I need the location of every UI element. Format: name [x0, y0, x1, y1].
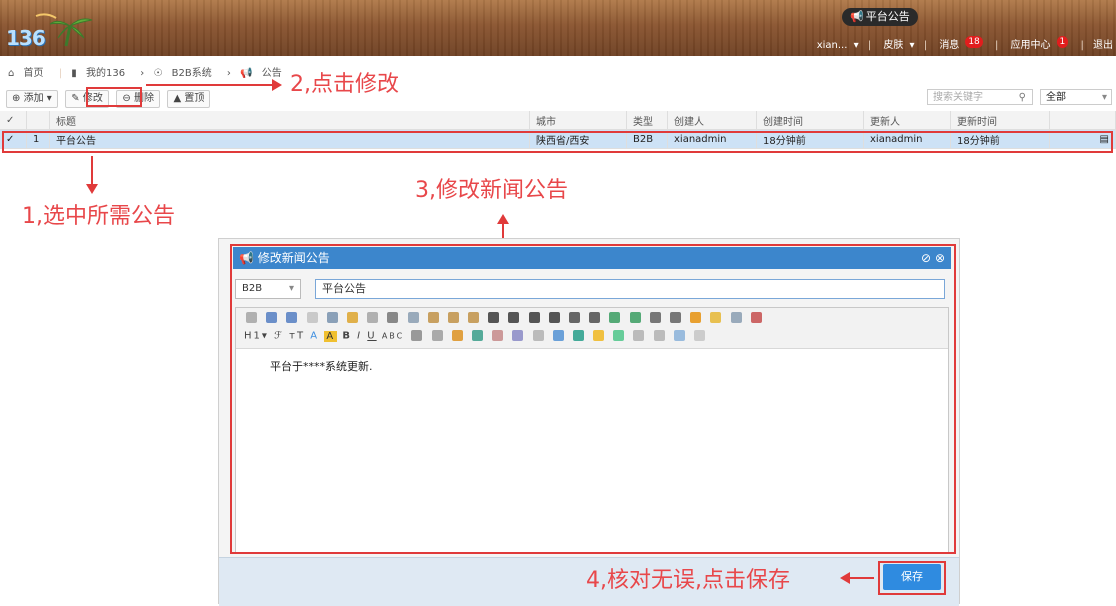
user-name: xian... [816, 40, 848, 51]
skin-label: 皮肤 [883, 40, 904, 51]
header-updater[interactable]: 更新人 [863, 111, 951, 130]
add-label: 添加 [23, 93, 44, 104]
breadcrumb-my-label: 我的136 [86, 68, 126, 79]
header-created[interactable]: 创建时间 [756, 111, 864, 130]
breadcrumb-my[interactable]: ▮ 我的136 [71, 68, 131, 79]
home-icon: ⌂ [8, 68, 15, 79]
app-center-badge: 1 [1056, 36, 1069, 48]
search-icon[interactable]: ⚲ [1019, 90, 1026, 106]
step3-label: 3,修改新闻公告 [415, 178, 568, 203]
bookmark-icon: ▮ [71, 68, 77, 79]
system-icon: ☉ [153, 68, 163, 79]
step1-label: 1,选中所需公告 [22, 204, 175, 229]
thumb-up-icon: ▲ [173, 93, 182, 104]
breadcrumb-system-label: B2B系统 [171, 68, 212, 79]
breadcrumb-home[interactable]: ⌂ 首页 [8, 68, 50, 79]
scope-select[interactable]: 全部 ▾ [1040, 89, 1112, 105]
header-updated[interactable]: 更新时间 [950, 111, 1050, 130]
app-center-link[interactable]: 应用中心 1 [1008, 36, 1072, 51]
plus-circle-icon: ⊕ [12, 93, 21, 104]
megaphone-icon: 📢 [240, 68, 253, 79]
divider: | [867, 40, 872, 51]
save-highlight-box [878, 561, 946, 595]
search-placeholder: 搜索关键字 [933, 92, 983, 103]
divider: | [994, 40, 999, 51]
divider: | [58, 68, 63, 79]
header-num [26, 111, 50, 130]
top-nav: xian... ▾ | 皮肤 ▾ | 消息 18 | 应用中心 1 | 退出 [811, 36, 1116, 54]
edit-highlight-box [86, 87, 142, 107]
megaphone-icon: 📢 [850, 10, 864, 23]
edit-icon: ✎ [71, 93, 80, 104]
breadcrumb-system[interactable]: ☉ B2B系统 [153, 68, 217, 79]
breadcrumb: ⌂ 首页 | ▮ 我的136 › ☉ B2B系统 › 📢 公告 [8, 64, 294, 80]
select-all-checkbox[interactable]: ✓ [0, 111, 27, 130]
skin-menu[interactable]: 皮肤 ▾ [880, 40, 914, 51]
app-center-label: 应用中心 [1010, 40, 1051, 51]
dialog-highlight-box [230, 244, 956, 554]
header-creator[interactable]: 创建人 [667, 111, 757, 130]
step2-label: 2,点击修改 [290, 72, 399, 97]
arrow-to-edit [146, 84, 276, 86]
header-title[interactable]: 标题 [49, 111, 530, 130]
breadcrumb-current: 📢 公告 [240, 68, 288, 79]
header-city[interactable]: 城市 [529, 111, 627, 130]
arrow-head-down-icon [86, 184, 98, 194]
platform-notice-button[interactable]: 📢 平台公告 [842, 8, 918, 26]
chevron-right-icon: › [226, 68, 231, 79]
arrow-to-save [848, 577, 874, 579]
divider: | [923, 40, 928, 51]
top-bar: 136 📢 平台公告 xian... ▾ | 皮肤 ▾ | 消息 18 | 应用中心… [0, 0, 1116, 56]
arrow-head-up-icon [497, 214, 509, 224]
row-highlight-box [2, 131, 1113, 153]
table-header: ✓ 标题 城市 类型 创建人 创建时间 更新人 更新时间 [0, 111, 1116, 130]
search-input[interactable]: 搜索关键字 ⚲ [927, 89, 1033, 105]
logout-link[interactable]: 退出 [1093, 40, 1113, 51]
user-menu[interactable]: xian... ▾ [814, 40, 859, 51]
logo-text: 136 [6, 26, 46, 50]
pin-label: 置顶 [184, 93, 205, 104]
chevron-right-icon: › [140, 68, 145, 79]
chevron-down-icon: ▾ [1101, 92, 1107, 103]
messages-badge: 18 [965, 36, 983, 48]
scope-value: 全部 [1046, 92, 1066, 103]
messages-link[interactable]: 消息 18 [936, 36, 985, 51]
arrow-head-left-icon [840, 572, 850, 584]
arrow-head-right-icon [272, 79, 282, 91]
breadcrumb-current-label: 公告 [261, 68, 282, 79]
header-type[interactable]: 类型 [626, 111, 668, 130]
chevron-down-icon: ▾ [46, 93, 52, 104]
header-actions [1049, 111, 1116, 130]
breadcrumb-home-label: 首页 [23, 68, 44, 79]
arrow-from-row [91, 156, 93, 186]
pin-button[interactable]: ▲ 置顶 [167, 90, 211, 108]
add-button[interactable]: ⊕ 添加 ▾ [6, 90, 58, 108]
messages-label: 消息 [939, 40, 960, 51]
logo[interactable]: 136 [6, 12, 106, 50]
notice-label: 平台公告 [865, 10, 910, 23]
step4-label: 4,核对无误,点击保存 [586, 568, 790, 593]
divider: | [1080, 40, 1084, 51]
